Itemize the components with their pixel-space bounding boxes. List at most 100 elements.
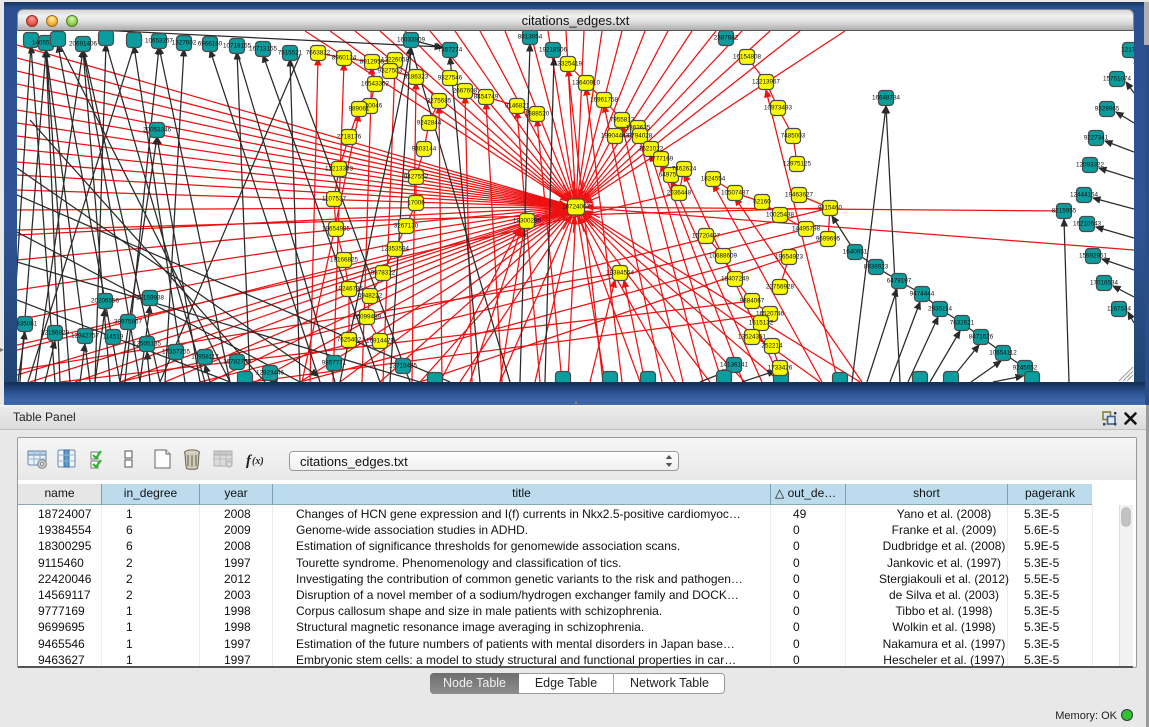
svg-text:9227341: 9227341 [1084, 135, 1109, 142]
svg-text:18724007: 18724007 [562, 204, 591, 211]
svg-text:14495798: 14495798 [792, 226, 821, 233]
svg-text:8938923: 8938923 [864, 264, 889, 271]
svg-text:17159938: 17159938 [136, 295, 165, 302]
svg-text:(x): (x) [252, 456, 264, 467]
svg-text:18407249: 18407249 [721, 276, 750, 283]
svg-text:8960124: 8960124 [332, 55, 357, 62]
svg-text:16914479: 16914479 [366, 338, 395, 345]
svg-text:7515521: 7515521 [278, 50, 303, 57]
svg-text:2387682: 2387682 [714, 35, 739, 42]
svg-text:8878312: 8878312 [371, 270, 396, 277]
svg-text:3267130: 3267130 [394, 223, 419, 230]
svg-text:13226058: 13226058 [381, 57, 410, 64]
svg-text:7357274: 7357274 [438, 47, 463, 54]
svg-text:19384554: 19384554 [606, 270, 635, 277]
svg-text:19463627: 19463627 [785, 192, 814, 199]
svg-text:13640910: 13640910 [572, 80, 601, 87]
svg-text:2718176: 2718176 [337, 134, 362, 141]
svg-text:1733426: 1733426 [768, 365, 793, 372]
svg-text:10973493: 10973493 [764, 105, 793, 112]
svg-text:7663822: 7663822 [306, 50, 331, 57]
svg-text:8215955: 8215955 [1052, 208, 1077, 215]
svg-text:10719155: 10719155 [223, 43, 252, 50]
svg-text:10025438: 10025438 [766, 212, 795, 219]
svg-text:1167534: 1167534 [1107, 306, 1132, 313]
svg-text:9684067: 9684067 [740, 298, 765, 305]
svg-text:8813054: 8813054 [518, 34, 543, 41]
svg-text:16543362: 16543362 [361, 81, 390, 88]
svg-text:1107537: 1107537 [322, 196, 347, 203]
svg-text:20691406: 20691406 [69, 41, 98, 48]
svg-text:16648784: 16648784 [872, 95, 901, 102]
svg-text:7625402: 7625402 [337, 337, 362, 344]
svg-text:9777169: 9777169 [649, 156, 674, 163]
svg-text:1835061: 1835061 [17, 321, 38, 328]
svg-text:62160: 62160 [753, 199, 771, 206]
svg-text:19904443: 19904443 [601, 133, 630, 140]
svg-text:9327546: 9327546 [438, 75, 463, 82]
svg-text:10507487: 10507487 [721, 190, 750, 197]
svg-text:9115460: 9115460 [818, 205, 843, 212]
svg-text:1327602: 1327602 [172, 40, 197, 47]
svg-text:17016534: 17016534 [1090, 280, 1119, 287]
svg-text:10654112: 10654112 [989, 350, 1017, 357]
svg-text:9427552: 9427552 [404, 174, 429, 181]
svg-text:22756928: 22756928 [766, 284, 795, 291]
svg-text:10958117: 10958117 [191, 354, 219, 361]
svg-text:12942757: 12942757 [71, 333, 100, 340]
svg-text:6966160: 6966160 [198, 41, 223, 48]
svg-text:20053346: 20053346 [143, 127, 172, 134]
svg-text:989061: 989061 [348, 106, 370, 113]
svg-text:17006: 17006 [407, 200, 425, 207]
svg-text:12213303: 12213303 [325, 166, 354, 173]
svg-text:12975125: 12975125 [783, 161, 812, 168]
svg-text:1588520: 1588520 [525, 111, 550, 118]
svg-text:10246785: 10246785 [335, 286, 364, 293]
svg-text:18300295: 18300295 [513, 218, 542, 225]
svg-text:1824554: 1824554 [701, 176, 726, 183]
svg-text:1615132: 1615132 [749, 320, 774, 327]
svg-text:12213967: 12213967 [752, 79, 781, 86]
svg-text:7485003: 7485003 [781, 133, 806, 140]
svg-text:16033809: 16033809 [397, 37, 426, 44]
svg-text:19654923: 19654923 [775, 254, 804, 261]
svg-text:19166825: 19166825 [330, 257, 359, 264]
svg-text:12093322: 12093322 [1076, 162, 1105, 169]
svg-text:12505135: 12505135 [133, 341, 162, 348]
svg-text:12156829: 12156829 [41, 330, 70, 337]
svg-text:6479197: 6479197 [887, 278, 912, 285]
svg-text:15692951: 15692951 [1079, 253, 1108, 260]
svg-text:16961758: 16961758 [590, 97, 619, 104]
svg-text:9245652: 9245652 [1013, 365, 1038, 372]
svg-text:8454749: 8454749 [474, 94, 499, 101]
svg-text:15751074: 15751074 [1103, 76, 1132, 83]
svg-text:30975867: 30975867 [114, 319, 143, 326]
svg-text:2036448: 2036448 [667, 190, 692, 197]
svg-text:13716485: 13716485 [389, 363, 418, 370]
svg-text:1640951: 1640951 [843, 249, 868, 256]
svg-text:9242844: 9242844 [417, 120, 442, 127]
svg-text:17357255: 17357255 [162, 349, 191, 356]
svg-text:9803144: 9803144 [412, 146, 437, 153]
svg-text:2935114: 2935114 [928, 306, 953, 313]
svg-text:16713155: 16713155 [249, 46, 278, 53]
svg-text:9794028: 9794028 [628, 133, 653, 140]
svg-text:14136141: 14136141 [720, 362, 749, 369]
svg-text:12353594: 12353594 [381, 246, 410, 253]
svg-text:15720407: 15720407 [692, 233, 721, 240]
svg-text:3275685: 3275685 [427, 98, 452, 105]
svg-text:13325419: 13325419 [554, 61, 583, 68]
svg-text:19218506: 19218506 [539, 47, 568, 54]
svg-text:19654935: 19654935 [322, 226, 351, 233]
svg-text:13524351: 13524351 [738, 334, 767, 341]
svg-text:7632621: 7632621 [950, 320, 975, 327]
svg-text:12172: 12172 [1121, 47, 1134, 54]
svg-text:16099489: 16099489 [353, 314, 382, 321]
svg-text:10653267: 10653267 [145, 38, 174, 45]
svg-text:4948222: 4948222 [358, 293, 383, 300]
svg-text:8471626: 8471626 [969, 334, 994, 341]
svg-text:9146821: 9146821 [505, 103, 530, 110]
svg-text:9857771: 9857771 [322, 360, 347, 367]
svg-text:20206556: 20206556 [91, 298, 120, 305]
svg-text:8186323: 8186323 [404, 74, 429, 81]
